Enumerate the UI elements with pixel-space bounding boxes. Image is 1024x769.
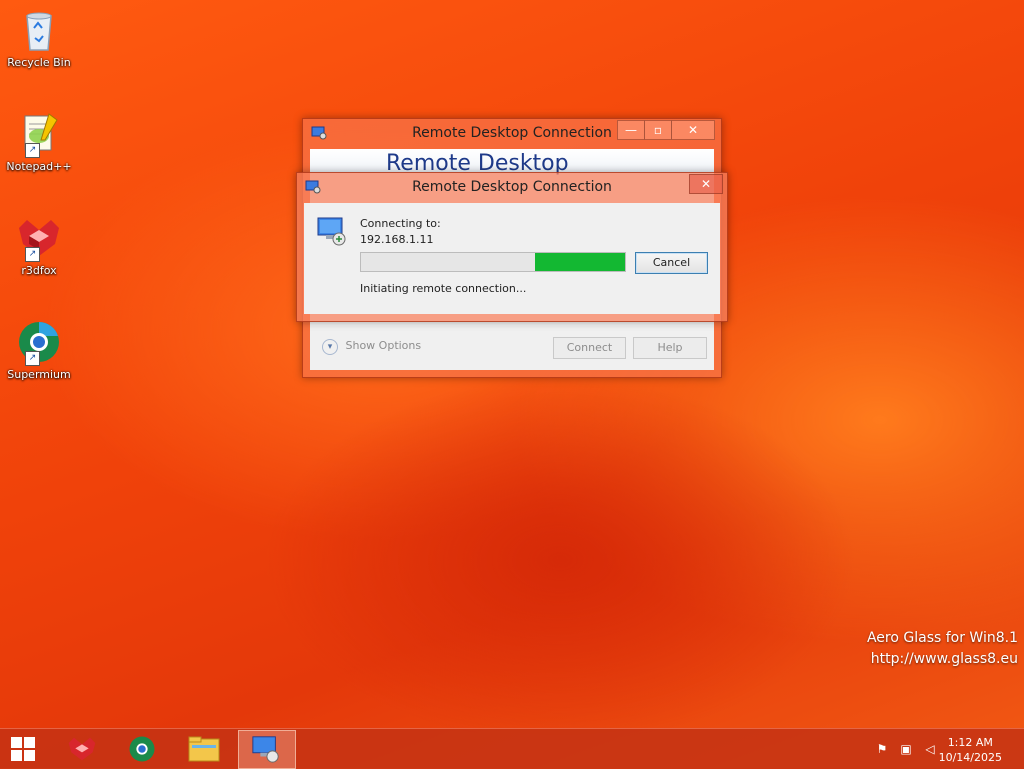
minimize-button[interactable]: —: [617, 120, 645, 140]
remote-desktop-icon: [252, 736, 279, 763]
connect-button[interactable]: Connect: [553, 337, 626, 359]
clock-time: 1:12 AM: [947, 736, 993, 749]
chevron-down-icon: ▾: [322, 339, 338, 355]
folder-icon: [188, 736, 220, 762]
desktop-icon-r3dfox[interactable]: ↗ r3dfox: [4, 214, 74, 277]
shortcut-arrow-icon: ↗: [25, 351, 40, 366]
notepadpp-icon: ↗: [15, 110, 63, 158]
cancel-button[interactable]: Cancel: [635, 252, 708, 274]
desktop-icon-label: Notepad++: [6, 160, 72, 173]
show-options-label: Show Options: [345, 339, 422, 352]
action-center-flag-icon[interactable]: ⚑: [874, 741, 890, 757]
r3dfox-icon: ↗: [15, 214, 63, 262]
aero-glass-watermark: Aero Glass for Win8.1 http://www.glass8.…: [867, 628, 1018, 670]
shortcut-arrow-icon: ↗: [25, 247, 40, 262]
supermium-icon: [129, 736, 155, 762]
desktop-icon-label: Supermium: [7, 368, 71, 381]
window-titlebar[interactable]: Remote Desktop Connection — ▫ ✕: [303, 119, 721, 147]
start-button[interactable]: [0, 730, 48, 767]
connection-progress-bar: [360, 252, 626, 272]
taskbar-r3dfox[interactable]: [54, 730, 110, 767]
dialog-titlebar[interactable]: Remote Desktop Connection ✕: [297, 173, 727, 201]
desktop-icon-label: Recycle Bin: [7, 56, 71, 69]
connection-status: Initiating remote connection...: [360, 282, 527, 295]
desktop-icon-recycle-bin[interactable]: Recycle Bin: [4, 6, 74, 69]
connecting-dialog: Remote Desktop Connection ✕ Connecting t…: [296, 172, 728, 322]
taskbar-remote-desktop[interactable]: [238, 730, 296, 769]
close-button[interactable]: ✕: [689, 174, 723, 194]
rdc-footer: ▾ Show Options Connect Help: [310, 326, 714, 370]
clock-date: 10/14/2025: [938, 751, 1002, 764]
dialog-body: Connecting to: 192.168.1.11 Cancel Initi…: [304, 203, 720, 314]
windows-logo-icon: [11, 737, 35, 761]
watermark-line1: Aero Glass for Win8.1: [866, 630, 1018, 646]
desktop-icon-notepadpp[interactable]: ↗ Notepad++: [4, 110, 74, 173]
close-button[interactable]: ✕: [671, 120, 715, 140]
recycle-bin-icon: [15, 6, 63, 54]
taskbar-supermium[interactable]: [114, 730, 170, 767]
progress-fill: [535, 253, 625, 271]
help-button[interactable]: Help: [633, 337, 707, 359]
computer-icon: [316, 215, 348, 247]
network-icon[interactable]: ▣: [898, 741, 914, 757]
r3dfox-icon: [68, 737, 96, 761]
desktop-icon-label: r3dfox: [21, 264, 57, 277]
maximize-button[interactable]: ▫: [644, 120, 672, 140]
show-options-toggle[interactable]: ▾ Show Options: [322, 339, 421, 355]
taskbar-file-explorer[interactable]: [176, 730, 232, 767]
connection-address: 192.168.1.11: [360, 233, 434, 246]
supermium-icon: ↗: [15, 318, 63, 366]
desktop-icon-supermium[interactable]: ↗ Supermium: [4, 318, 74, 381]
connecting-to-label: Connecting to:: [360, 217, 441, 230]
volume-muted-icon[interactable]: ◁: [922, 741, 938, 757]
watermark-line2: http://www.glass8.eu: [870, 651, 1018, 667]
dialog-title: Remote Desktop Connection: [412, 179, 612, 195]
system-clock[interactable]: 1:12 AM 10/14/2025: [939, 735, 1002, 765]
shortcut-arrow-icon: ↗: [25, 143, 40, 158]
taskbar: ⚑ ▣ ◁ 1:12 AM 10/14/2025: [0, 728, 1024, 769]
